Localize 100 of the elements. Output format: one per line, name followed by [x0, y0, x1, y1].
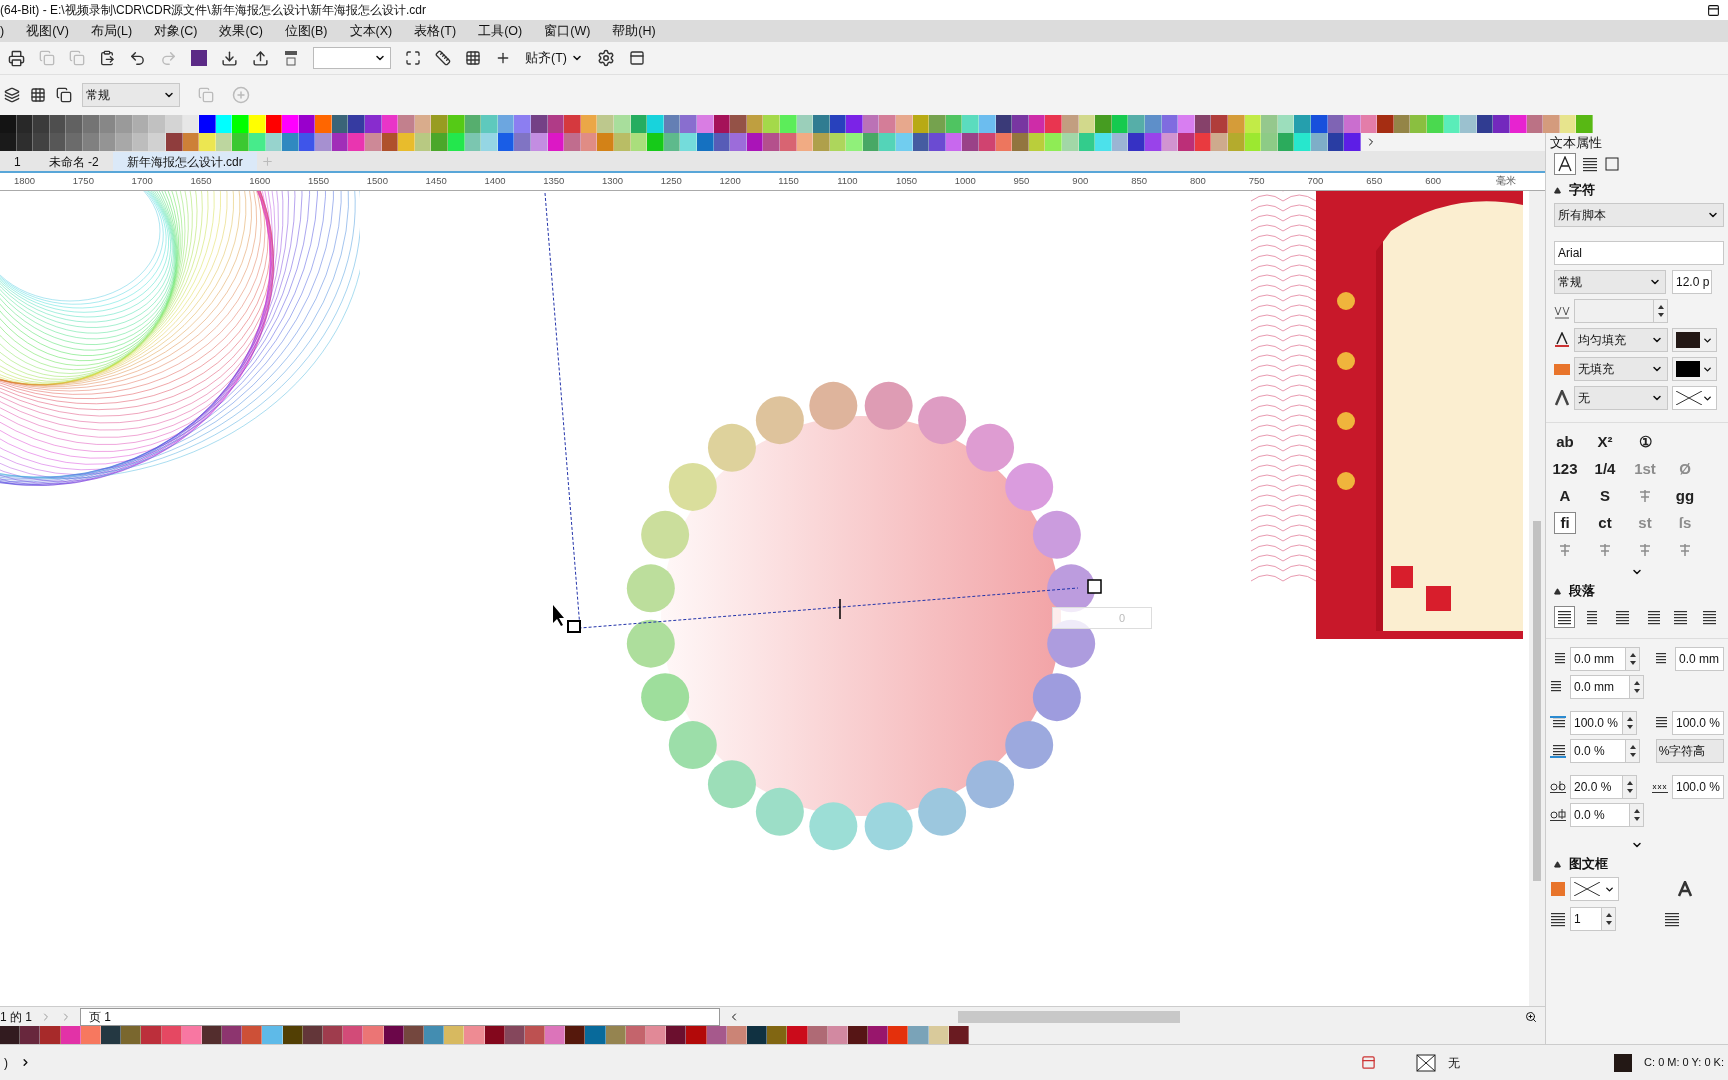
menu-item[interactable]: 对象(C) [154, 21, 198, 41]
menu-item[interactable]: 位图(B) [284, 21, 328, 41]
document-palette[interactable] [0, 1026, 969, 1044]
guidelines-icon[interactable] [495, 50, 511, 66]
expand-icon[interactable] [20, 1057, 31, 1068]
glyph-button[interactable]: S [1594, 485, 1616, 507]
ruler-label: 1600 [249, 174, 272, 189]
columns-field[interactable]: 1 [1570, 907, 1616, 931]
glyph-button[interactable]: ① [1634, 431, 1656, 453]
glyph-button[interactable]: 123 [1554, 458, 1576, 480]
character-spacing-field[interactable]: 20.0 % [1570, 775, 1637, 799]
spinner-arrows-icon[interactable] [1653, 300, 1667, 322]
right-indent-field[interactable]: 0.0 mm [1675, 647, 1724, 671]
glyph-button[interactable]: fi [1554, 512, 1576, 534]
ruler-label: 1200 [719, 174, 742, 189]
undo-icon[interactable] [129, 49, 146, 67]
full-screen-icon[interactable] [405, 50, 421, 66]
document-tab[interactable]: 1 [0, 152, 35, 171]
grid-icon[interactable] [465, 50, 481, 66]
ruler-label: 1700 [131, 174, 154, 189]
menu-item[interactable]: 窗口(W) [544, 21, 591, 41]
spinner-arrows-icon[interactable] [1629, 676, 1643, 698]
word-spacing-field[interactable]: 100.0 % [1672, 775, 1724, 799]
collapse-icon[interactable] [1554, 860, 1561, 868]
font-size-field[interactable]: 12.0 p [1672, 270, 1712, 294]
collapse-icon[interactable] [1554, 186, 1561, 194]
glyph-button[interactable]: X² [1594, 431, 1616, 453]
document-tab[interactable]: 未命名 -2 [34, 152, 113, 171]
glyph-button[interactable]: gg [1674, 485, 1696, 507]
export-icon[interactable] [252, 49, 269, 67]
font-field[interactable]: Arial [1554, 241, 1724, 265]
color-palette[interactable] [0, 133, 1361, 151]
document-tab[interactable]: 新年海报怎么设计.cdr [112, 152, 257, 171]
language-spacing-field[interactable]: 0.0 % [1570, 803, 1644, 827]
menu-item[interactable]: 效果(C) [219, 21, 263, 41]
settings-icon[interactable] [596, 49, 615, 67]
font-style-dropdown[interactable]: 常规 [1554, 270, 1666, 294]
page-tab[interactable]: 页 1 [80, 1007, 720, 1026]
first-line-indent-field[interactable]: 0.0 mm [1570, 647, 1640, 671]
fill-color-swatch[interactable] [1676, 332, 1700, 348]
spinner-arrows-icon[interactable] [1625, 740, 1640, 762]
ruler-label: 1300 [601, 174, 625, 189]
pattern-icon[interactable] [30, 87, 46, 103]
glyph-button[interactable]: ab [1554, 431, 1576, 453]
frame-fill-icon [1550, 881, 1566, 897]
outline-color-swatch[interactable] [1672, 386, 1717, 410]
section-heading: 段落 [1569, 582, 1595, 601]
menu-item[interactable]: 文本(X) [349, 21, 393, 41]
frame-fill-dropdown[interactable] [1570, 877, 1619, 901]
glyph-button[interactable]: 1/4 [1594, 458, 1616, 480]
collapse-icon[interactable] [1554, 587, 1561, 595]
after-spacing-field[interactable]: 0.0 % [1570, 739, 1641, 763]
arrange-icon[interactable] [4, 87, 20, 103]
ruler-label: 1400 [484, 174, 507, 189]
paste-icon[interactable] [99, 50, 115, 66]
menu-item[interactable]: 工具(O) [478, 21, 523, 41]
line-spacing-field[interactable]: 100.0 % [1570, 711, 1637, 735]
language-spacing-icon [1550, 807, 1566, 823]
color-proof-icon[interactable] [1361, 1055, 1377, 1070]
glyph-button[interactable]: A [1554, 485, 1576, 507]
zoom-field[interactable] [313, 47, 391, 69]
import-icon[interactable] [221, 49, 238, 67]
ruler-label: 1150 [778, 174, 800, 189]
alignment-icon[interactable] [1554, 606, 1576, 628]
background-color-swatch[interactable] [1676, 361, 1700, 377]
fill-type-dropdown[interactable]: 均匀填充 [1574, 328, 1668, 352]
no-fill-icon [1416, 1053, 1437, 1072]
window-icon[interactable] [1707, 3, 1720, 17]
menu-item[interactable]: 帮助(H) [612, 21, 656, 41]
character-tab-icon[interactable] [1554, 153, 1576, 175]
merge-mode-dropdown[interactable]: 常规 [82, 83, 180, 107]
spinner-arrows-icon[interactable] [1624, 648, 1639, 670]
panel-title: 文本属性 [1549, 134, 1603, 151]
spinner-arrows-icon[interactable] [1621, 712, 1636, 734]
zoom-icon[interactable] [1525, 1010, 1537, 1023]
print-icon[interactable] [8, 49, 25, 67]
window-title: (64-Bit) - E:\视频录制\CDR\CDR源文件\新年海报怎么设计\新年海报怎么设计.cdr [0, 2, 426, 19]
kerning-field[interactable] [1574, 299, 1668, 323]
spinner-arrows-icon[interactable] [1621, 776, 1636, 798]
spinner-arrows-icon[interactable] [1601, 908, 1615, 930]
transparency-icon[interactable] [56, 87, 72, 103]
vertical-scrollbar[interactable] [1529, 191, 1545, 1006]
launch-icon[interactable] [628, 50, 645, 66]
outline-dropdown[interactable]: 无 [1574, 386, 1668, 410]
ruler-icon[interactable] [435, 50, 451, 66]
color-palette[interactable] [0, 115, 1593, 133]
balance-columns-icon [1664, 911, 1680, 927]
menu-item[interactable]: 视图(V) [26, 21, 69, 41]
spinner-arrows-icon[interactable] [1629, 804, 1643, 826]
menu-item[interactable]: 表格(T) [414, 21, 457, 41]
dot-ring-with-gradient-handles-drawing[interactable] [544, 192, 1102, 851]
script-dropdown[interactable]: 所有脚本 [1554, 203, 1724, 227]
before-spacing-field[interactable]: 100.0 % [1672, 711, 1724, 735]
glyph-button[interactable]: ct [1594, 512, 1616, 534]
left-indent-field[interactable]: 0.0 mm [1570, 675, 1644, 699]
snap-button[interactable]: 贴齐(T) [525, 48, 583, 68]
spacing-unit-dropdown[interactable]: %字符高 [1655, 739, 1724, 763]
menu-item[interactable]: ) [0, 21, 5, 41]
menu-item[interactable]: 布局(L) [90, 21, 133, 41]
background-fill-dropdown[interactable]: 无填充 [1574, 357, 1668, 381]
